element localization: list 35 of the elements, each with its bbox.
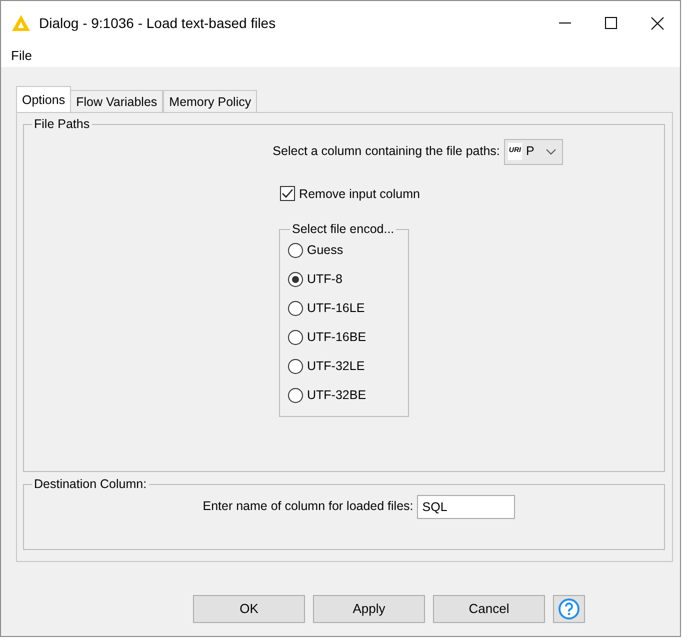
radio-button[interactable] xyxy=(288,300,303,316)
radio-label: UTF-16LE xyxy=(307,300,365,317)
group-title: File Paths xyxy=(33,118,91,130)
radio-button[interactable] xyxy=(288,388,303,403)
radio-button[interactable] xyxy=(288,330,303,345)
dropdown-value: P xyxy=(526,143,534,160)
group-title: Select file encod... xyxy=(291,223,396,236)
radio-label: UTF-8 xyxy=(307,270,342,288)
menu-item[interactable]: File xyxy=(11,46,32,66)
app-icon xyxy=(11,14,31,32)
window-title: Dialog - 9:1036 - Load text-based files xyxy=(39,14,277,33)
help-button[interactable] xyxy=(553,595,585,623)
radio-label: UTF-32BE xyxy=(307,386,366,404)
caret-icon xyxy=(546,148,556,154)
radio-label: UTF-32LE xyxy=(307,358,365,375)
field-label: Enter name of column for loaded files: xyxy=(202,498,414,516)
maximize-icon[interactable] xyxy=(605,17,617,29)
column-name-field[interactable]: SQL xyxy=(417,494,516,518)
minimize-icon[interactable] xyxy=(559,22,571,24)
tab[interactable]: Memory Policy xyxy=(163,90,258,112)
radio-label: Guess xyxy=(307,242,344,259)
radio-label: UTF-16BE xyxy=(307,328,366,346)
apply-button[interactable]: Apply xyxy=(313,595,425,623)
radio-button[interactable] xyxy=(288,358,303,374)
radio-button[interactable] xyxy=(288,242,303,258)
tab[interactable]: Flow Variables xyxy=(70,90,164,112)
group-title: Destination Column: xyxy=(33,478,148,490)
ok-button[interactable]: OK xyxy=(193,595,305,623)
checkbox[interactable] xyxy=(280,186,296,202)
field-label: Select a column containing the file paths: xyxy=(272,143,500,160)
cancel-button[interactable]: Cancel xyxy=(433,595,545,623)
radio-button[interactable] xyxy=(288,272,303,287)
checkbox-label: Remove input column xyxy=(299,186,420,203)
close-icon[interactable] xyxy=(650,16,664,30)
tab[interactable]: Options xyxy=(16,86,72,112)
